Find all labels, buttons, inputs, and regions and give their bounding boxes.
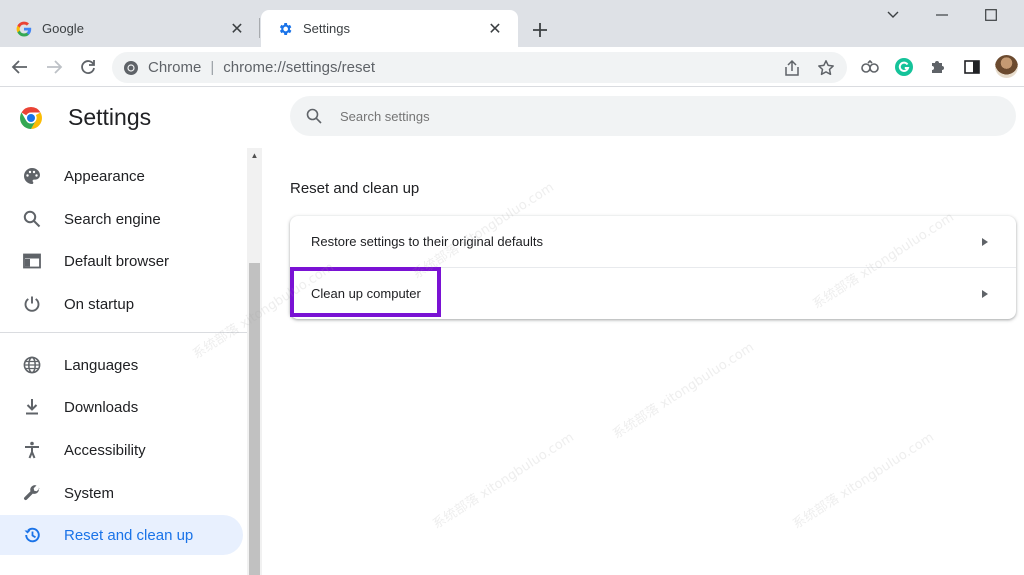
reload-button[interactable] [76,55,100,79]
minimize-icon[interactable] [929,5,955,25]
chevron-right-icon [980,289,990,299]
palette-icon [22,166,42,186]
url-text: chrome://settings/reset [223,59,375,76]
tab-title: Google [42,21,84,36]
accessibility-icon [22,440,42,460]
tab-strip: Google ✕ Settings ✕ [0,0,1024,47]
sidebar-item-reset-and-clean-up[interactable]: Reset and clean up [0,515,243,555]
highlight-box [290,267,441,317]
tab-title: Settings [303,21,350,36]
toolbar: Chrome | chrome://settings/reset [0,47,1024,87]
maximize-icon[interactable] [978,5,1004,25]
grammarly-icon[interactable] [892,55,916,79]
close-icon[interactable]: ✕ [486,20,504,38]
sidebar: Appearance Search engine Default browser… [0,150,247,575]
sidebar-item-label: Search engine [64,210,161,228]
restore-icon [22,525,42,545]
sidebar-item-appearance[interactable]: Appearance [0,156,243,196]
url-separator: | [210,59,215,76]
watermark: 系统部落 xitongbuluo.com [610,339,757,443]
gear-icon [277,21,293,37]
search-bar[interactable] [290,96,1016,136]
extensions-puzzle-icon[interactable] [926,55,950,79]
wrench-icon [22,483,42,503]
sidebar-item-search-engine[interactable]: Search engine [0,199,243,239]
sidebar-divider [0,332,247,333]
sidebar-item-label: Accessibility [64,441,146,459]
row-label: Restore settings to their original defau… [311,234,543,249]
restore-settings-row[interactable]: Restore settings to their original defau… [290,216,1016,267]
watermark: 系统部落 xitongbuluo.com [790,429,937,533]
section-title: Reset and clean up [290,180,420,197]
sidebar-item-label: Default browser [64,252,170,270]
sidebar-item-default-browser[interactable]: Default browser [0,241,243,281]
browser-window-icon [22,251,42,271]
sidebar-scrollbar[interactable]: ▲ [247,148,262,575]
sidebar-item-label: System [64,484,115,502]
new-tab-button[interactable] [527,17,553,43]
watermark: 系统部落 xitongbuluo.com [430,429,577,533]
scroll-up-arrow-icon[interactable]: ▲ [247,148,262,163]
side-panel-icon[interactable] [960,55,984,79]
download-icon [22,397,42,417]
scroll-thumb[interactable] [249,263,260,575]
sidebar-item-label: Reset and clean up [64,526,194,544]
sidebar-item-label: Downloads [64,398,139,416]
chrome-icon [122,59,140,77]
sidebar-item-system[interactable]: System [0,473,243,513]
sidebar-item-label: On startup [64,295,135,313]
chevron-right-icon [980,237,990,247]
back-button[interactable] [8,55,32,79]
google-g-icon [16,21,32,37]
forward-button[interactable] [42,55,66,79]
sidebar-item-accessibility[interactable]: Accessibility [0,430,243,470]
page-title: Settings [68,104,152,130]
tab-separator [259,18,260,38]
share-icon[interactable] [780,56,804,80]
search-icon [304,106,324,126]
profile-avatar[interactable] [995,55,1018,78]
globe-icon [22,355,42,375]
address-bar[interactable]: Chrome | chrome://settings/reset [112,52,847,83]
bookmark-star-icon[interactable] [814,56,838,80]
close-icon[interactable]: ✕ [228,20,246,38]
search-icon [22,209,42,229]
sidebar-item-downloads[interactable]: Downloads [0,387,243,427]
sidebar-item-on-startup[interactable]: On startup [0,284,243,324]
site-name: Chrome [148,59,202,76]
search-input[interactable] [340,108,940,124]
sidebar-item-label: Appearance [64,167,145,185]
power-icon [22,294,42,314]
tab-google[interactable]: Google ✕ [0,10,260,47]
sidebar-item-label: Languages [64,356,139,374]
chevron-down-icon[interactable] [880,5,906,25]
extension-link-icon[interactable] [858,55,882,79]
tab-settings[interactable]: Settings ✕ [261,10,518,47]
chrome-logo-icon [19,106,43,130]
sidebar-item-languages[interactable]: Languages [0,345,243,385]
